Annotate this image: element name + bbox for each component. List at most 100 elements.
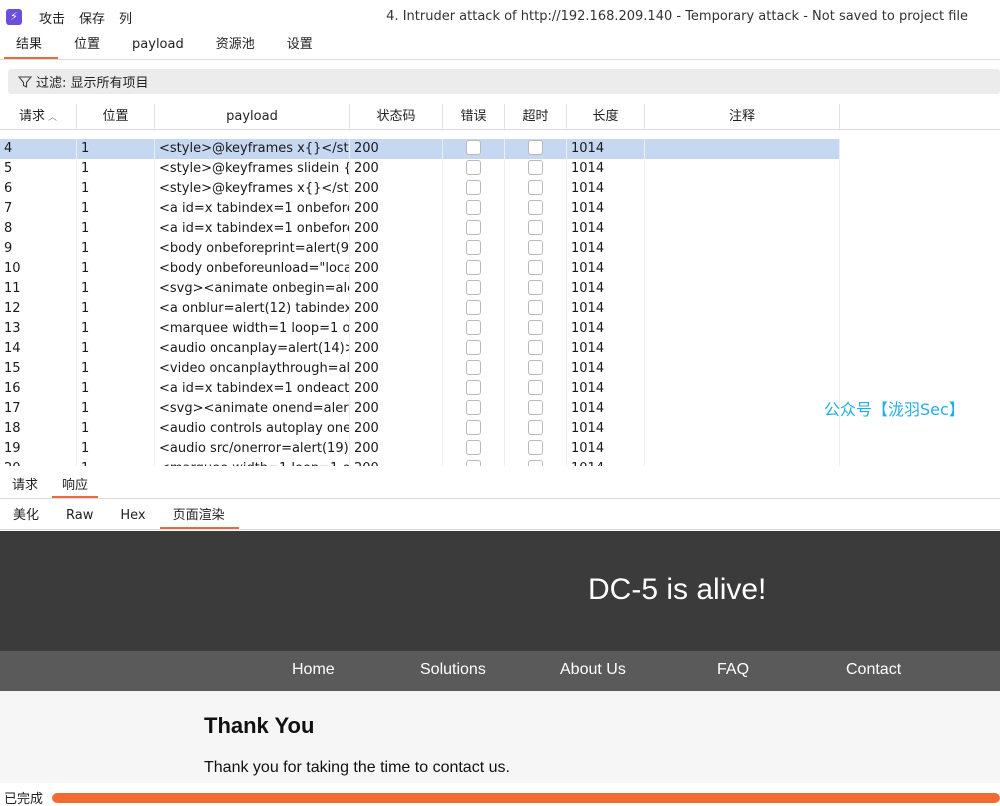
cell-request: 17: [0, 399, 77, 419]
table-row[interactable]: 61<style>@keyframes x{}</style>200 1014: [0, 179, 840, 199]
cell-comment: [645, 339, 840, 359]
cell-timeout: [505, 439, 567, 459]
rendered-nav-faq[interactable]: FAQ: [717, 661, 749, 679]
timeout-checkbox: [528, 160, 543, 175]
col-header-comment[interactable]: 注释: [645, 104, 840, 130]
col-header-request[interactable]: 请求 ︿: [0, 104, 77, 130]
cell-payload: <audio controls autoplay onended=alert(1…: [155, 419, 350, 439]
watermark: 公众号【泷羽Sec】: [824, 400, 965, 419]
cell-status: 200: [350, 259, 443, 279]
cell-request: 10: [0, 259, 77, 279]
cell-payload: <video oncanplaythrough=alert(15)>: [155, 359, 350, 379]
table-row[interactable]: 51<style>@keyframes slidein {}</style>20…: [0, 159, 840, 179]
menu-bar: 攻击 保存 列: [32, 8, 139, 27]
error-checkbox: [466, 160, 481, 175]
menu-columns[interactable]: 列: [112, 8, 139, 27]
table-row[interactable]: 14 1 <audio oncanplay=alert(14)> 200 1014: [0, 339, 840, 359]
table-row[interactable]: 171<svg><animate onend=alert(17)>200 1014: [0, 399, 840, 419]
tab-settings[interactable]: 设置: [271, 34, 329, 60]
cell-position: 1: [77, 379, 155, 399]
tab-hex[interactable]: Hex: [107, 505, 159, 529]
cell-request: 16: [0, 379, 77, 399]
col-header-length[interactable]: 长度: [567, 104, 645, 130]
tab-payloads[interactable]: payload: [116, 34, 200, 60]
tab-response[interactable]: 响应: [50, 475, 100, 498]
filter-icon: [18, 75, 32, 88]
table-row[interactable]: 101<body onbeforeunload="location='javas…: [0, 259, 840, 279]
error-checkbox: [466, 300, 481, 315]
tab-raw[interactable]: Raw: [53, 505, 107, 529]
rendered-header: DC-5 is alive!: [0, 531, 1000, 651]
cell-request: 19: [0, 439, 77, 459]
cell-error: [443, 159, 505, 179]
rendered-nav-home[interactable]: Home: [292, 661, 335, 679]
cell-length: 1014: [567, 219, 645, 239]
cell-comment: [645, 459, 840, 466]
cell-comment: [645, 239, 840, 259]
cell-comment: [645, 179, 840, 199]
error-checkbox: [466, 220, 481, 235]
error-checkbox: [466, 320, 481, 335]
col-header-error[interactable]: 错误: [443, 104, 505, 130]
tab-results[interactable]: 结果: [0, 34, 59, 60]
col-header-status[interactable]: 状态码: [350, 104, 443, 130]
cell-error: [443, 319, 505, 339]
cell-length: 1014: [567, 319, 645, 339]
table-row[interactable]: 161<a id=x tabindex=1 ondeactivate=alert…: [0, 379, 840, 399]
cell-timeout: [505, 139, 567, 159]
cell-length: 1014: [567, 359, 645, 379]
table-row[interactable]: 131<marquee width=1 loop=1 onbounce=aler…: [0, 319, 840, 339]
cell-position: 1: [77, 159, 155, 179]
cell-error: [443, 359, 505, 379]
table-row[interactable]: 151<video oncanplaythrough=alert(15)>200…: [0, 359, 840, 379]
menu-attack[interactable]: 攻击: [32, 8, 72, 27]
tab-positions[interactable]: 位置: [58, 34, 116, 60]
tab-resource-pool[interactable]: 资源池: [200, 34, 271, 60]
cell-position: 1: [77, 459, 155, 466]
table-row[interactable]: 201<marquee width=1 loop=1 onfinish=aler…: [0, 459, 840, 466]
col-header-payload[interactable]: payload: [155, 104, 350, 130]
cell-status: 200: [350, 299, 443, 319]
cell-timeout: [505, 459, 567, 466]
cell-payload: <body onbeforeprint=alert(9)>: [155, 239, 350, 259]
cell-length: 1014: [567, 179, 645, 199]
table-row[interactable]: 41<style>@keyframes x{}</style>200 1014: [0, 139, 840, 159]
timeout-checkbox: [528, 300, 543, 315]
col-header-position[interactable]: 位置: [77, 104, 155, 130]
tab-request[interactable]: 请求: [0, 475, 50, 498]
cell-position: 1: [77, 319, 155, 339]
cell-status: 200: [350, 459, 443, 466]
cell-comment: [645, 359, 840, 379]
cell-status: 200: [350, 279, 443, 299]
status-bar: 已完成: [0, 786, 1000, 806]
cell-request: 7: [0, 199, 77, 219]
cell-comment: [645, 199, 840, 219]
cell-comment: [645, 419, 840, 439]
table-row[interactable]: 121<a onblur=alert(12) tabindex=1 id=x>2…: [0, 299, 840, 319]
rendered-nav-about[interactable]: About Us: [560, 661, 626, 679]
menu-save[interactable]: 保存: [72, 8, 112, 27]
filter-bar[interactable]: 过滤: 显示所有项目: [8, 69, 1000, 94]
rendered-nav-solutions[interactable]: Solutions: [420, 661, 486, 679]
tab-render[interactable]: 页面渲染: [159, 505, 239, 529]
table-row[interactable]: 181<audio controls autoplay onended=aler…: [0, 419, 840, 439]
error-checkbox: [466, 380, 481, 395]
tab-pretty[interactable]: 美化: [0, 505, 53, 529]
cell-error: [443, 439, 505, 459]
cell-timeout: [505, 179, 567, 199]
table-row[interactable]: 9 1 <body onbeforeprint=alert(9)> 200 1014: [0, 239, 840, 259]
error-checkbox: [466, 440, 481, 455]
cell-timeout: [505, 239, 567, 259]
error-checkbox: [466, 400, 481, 415]
cell-payload: <marquee width=1 loop=1 onbounce=alert(1…: [155, 319, 350, 339]
table-row[interactable]: 71<a id=x tabindex=1 onbeforeactivate=al…: [0, 199, 840, 219]
cell-status: 200: [350, 239, 443, 259]
table-row[interactable]: 111<svg><animate onbegin=alert(11)>20010…: [0, 279, 840, 299]
cell-request: 4: [0, 139, 77, 159]
window-title: 4. Intruder attack of http://192.168.209…: [386, 9, 968, 24]
col-header-timeout[interactable]: 超时: [505, 104, 567, 130]
table-row[interactable]: 81<a id=x tabindex=1 onbeforedeactivate=…: [0, 219, 840, 239]
timeout-checkbox: [528, 380, 543, 395]
rendered-nav-contact[interactable]: Contact: [846, 661, 901, 679]
table-row[interactable]: 19 1 <audio src/onerror=alert(19)> 200 1014: [0, 439, 840, 459]
